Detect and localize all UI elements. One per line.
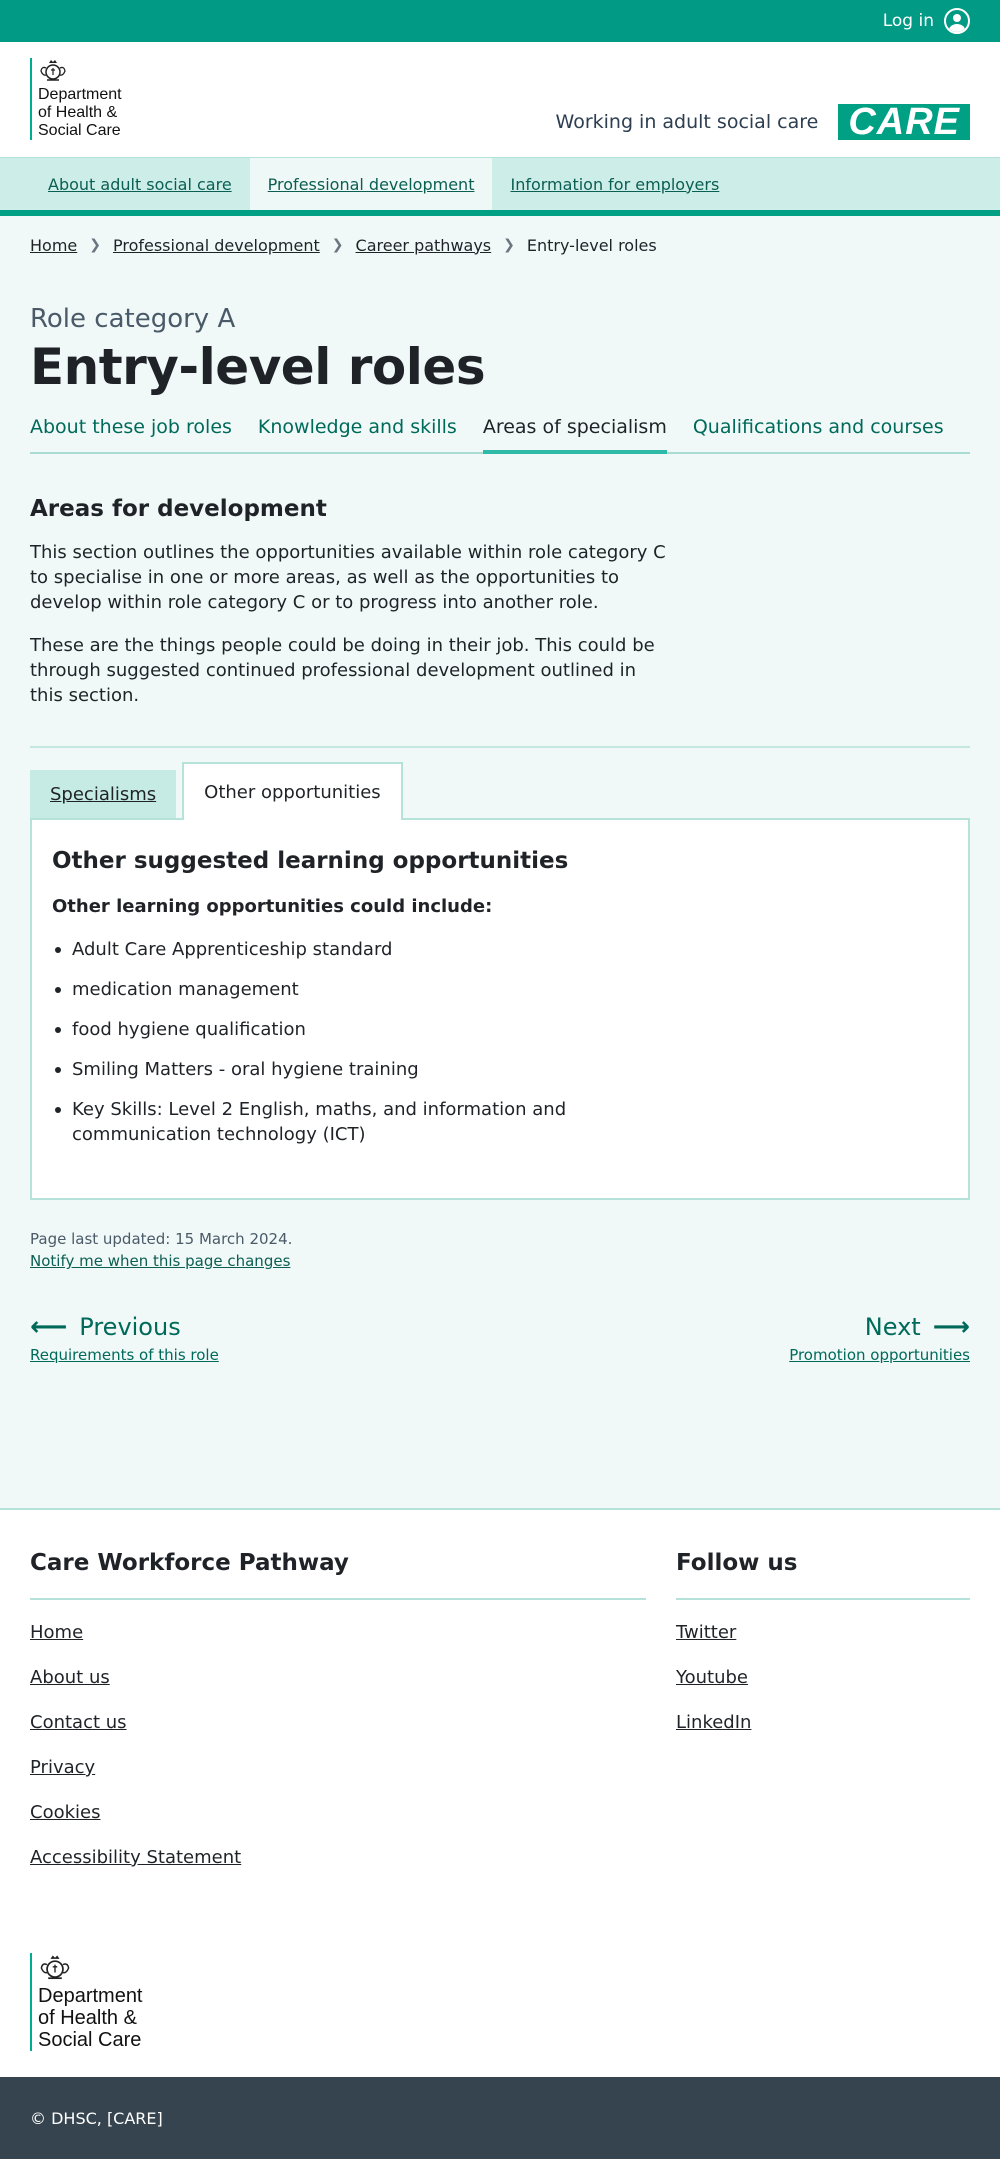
- subtab-about-these-job-roles[interactable]: About these job roles: [30, 416, 232, 452]
- footer-link-privacy[interactable]: Privacy: [30, 1757, 95, 1778]
- subtab-areas-of-specialism[interactable]: Areas of specialism: [482, 416, 667, 454]
- tab-other-opportunities[interactable]: Other opportunities: [182, 762, 403, 820]
- chevron-right-icon: ❯: [331, 237, 344, 253]
- primary-nav: About adult social care Professional dev…: [0, 158, 1000, 216]
- intro-paragraph: These are the things people could be doi…: [30, 635, 655, 706]
- breadcrumb-career-pathways[interactable]: Career pathways: [356, 236, 492, 255]
- sub-navigation: About these job roles Knowledge and skil…: [30, 416, 970, 454]
- list-item: food hygiene qualification: [52, 1017, 612, 1042]
- footer-dhsc-logo[interactable]: Department of Health & Social Care: [30, 1953, 143, 2051]
- care-logo[interactable]: CARE: [838, 103, 970, 141]
- nav-item-information-for-employers[interactable]: Information for employers: [492, 158, 737, 210]
- section-heading: Areas for development: [30, 496, 327, 522]
- footer-link-youtube[interactable]: Youtube: [676, 1667, 748, 1688]
- footer-link-accessibility[interactable]: Accessibility Statement: [30, 1847, 241, 1868]
- arrow-right-icon: ⟶: [932, 1312, 970, 1342]
- tab-panel: Other suggested learning opportunities O…: [30, 818, 970, 1200]
- royal-crest-icon: [40, 1955, 70, 1980]
- panel-subheading: Other learning opportunities could inclu…: [52, 896, 493, 917]
- royal-crest-icon: [40, 60, 66, 81]
- dhsc-logo[interactable]: Department of Health & Social Care: [30, 58, 122, 140]
- footer-link-linkedin[interactable]: LinkedIn: [676, 1712, 751, 1733]
- footer-heading: Follow us: [676, 1550, 970, 1600]
- notify-link[interactable]: Notify me when this page changes: [30, 1252, 290, 1270]
- previous-link[interactable]: Requirements of this role: [30, 1346, 219, 1364]
- nav-item-about-adult-social-care[interactable]: About adult social care: [30, 158, 250, 210]
- logo-line: Social Care: [38, 122, 121, 139]
- footer-link-home[interactable]: Home: [30, 1622, 83, 1643]
- list-item: medication management: [52, 977, 612, 1002]
- site-tagline: Working in adult social care: [555, 111, 819, 133]
- tab-specialisms[interactable]: Specialisms: [30, 770, 177, 818]
- opportunities-list: Adult Care Apprenticeship standard medic…: [52, 937, 948, 1147]
- breadcrumb: Home ❯ Professional development ❯ Career…: [30, 216, 970, 256]
- user-circle-icon: [944, 8, 970, 34]
- previous-label: Previous: [79, 1313, 181, 1341]
- list-item: Key Skills: Level 2 English, maths, and …: [52, 1097, 612, 1147]
- page-caption: Role category A: [30, 304, 236, 334]
- breadcrumb-home[interactable]: Home: [30, 236, 77, 255]
- copyright-text: © DHSC, [CARE]: [30, 2108, 163, 2128]
- content-tabs: Specialisms Other opportunities: [30, 762, 970, 820]
- login-label: Log in: [882, 11, 934, 31]
- breadcrumb-professional-development[interactable]: Professional development: [113, 236, 320, 255]
- subtab-knowledge-and-skills[interactable]: Knowledge and skills: [258, 416, 457, 452]
- footer-link-cookies[interactable]: Cookies: [30, 1802, 100, 1823]
- site-footer: Care Workforce Pathway Home About us Con…: [0, 1508, 1000, 2077]
- intro-paragraph: This section outlines the opportunities …: [30, 542, 666, 613]
- footer-column-pathway: Care Workforce Pathway Home About us Con…: [30, 1550, 646, 1892]
- pagination: ⟵ Previous Requirements of this role Nex…: [30, 1312, 970, 1364]
- social-links: Twitter Youtube LinkedIn: [676, 1622, 970, 1733]
- list-item: Smiling Matters - oral hygiene training: [52, 1057, 612, 1082]
- copyright-bar: © DHSC, [CARE]: [0, 2077, 1000, 2159]
- pager-previous[interactable]: ⟵ Previous Requirements of this role: [30, 1312, 219, 1364]
- next-title[interactable]: Next ⟶: [865, 1312, 970, 1342]
- list-item: Adult Care Apprenticeship standard: [52, 937, 612, 962]
- chevron-right-icon: ❯: [503, 237, 515, 253]
- nav-item-professional-development[interactable]: Professional development: [249, 158, 493, 210]
- logo-line: Department: [38, 86, 122, 103]
- logo-line: of Health &: [38, 2007, 137, 2029]
- footer-column-follow: Follow us Twitter Youtube LinkedIn: [676, 1550, 970, 1892]
- previous-title[interactable]: ⟵ Previous: [30, 1312, 219, 1342]
- site-header: Department of Health & Social Care Worki…: [0, 42, 1000, 158]
- arrow-left-icon: ⟵: [30, 1312, 68, 1342]
- panel-heading: Other suggested learning opportunities: [52, 848, 569, 874]
- next-label: Next: [864, 1313, 921, 1341]
- main-content: Home ❯ Professional development ❯ Career…: [0, 216, 1000, 1364]
- page-title: Entry-level roles: [30, 338, 486, 396]
- subtab-qualifications-and-courses[interactable]: Qualifications and courses: [693, 416, 944, 452]
- header-brand: Working in adult social care CARE: [555, 103, 970, 141]
- logo-line: of Health &: [38, 104, 118, 121]
- footer-heading: Care Workforce Pathway: [30, 1550, 646, 1600]
- last-updated: Page last updated: 15 March 2024.: [30, 1230, 293, 1248]
- top-bar: Log in: [0, 0, 1000, 42]
- footer-link-contact-us[interactable]: Contact us: [30, 1712, 127, 1733]
- logo-line: Social Care: [38, 2029, 142, 2051]
- next-link[interactable]: Promotion opportunities: [789, 1346, 970, 1364]
- pager-next[interactable]: Next ⟶ Promotion opportunities: [789, 1312, 970, 1364]
- breadcrumb-current: Entry-level roles: [526, 235, 657, 255]
- chevron-right-icon: ❯: [89, 237, 101, 253]
- section-divider: [30, 746, 970, 748]
- footer-link-about-us[interactable]: About us: [30, 1667, 110, 1688]
- footer-link-twitter[interactable]: Twitter: [676, 1622, 736, 1643]
- footer-links: Home About us Contact us Privacy Cookies…: [30, 1622, 646, 1868]
- login-link[interactable]: Log in: [883, 8, 970, 34]
- logo-line: Department: [38, 1985, 143, 2007]
